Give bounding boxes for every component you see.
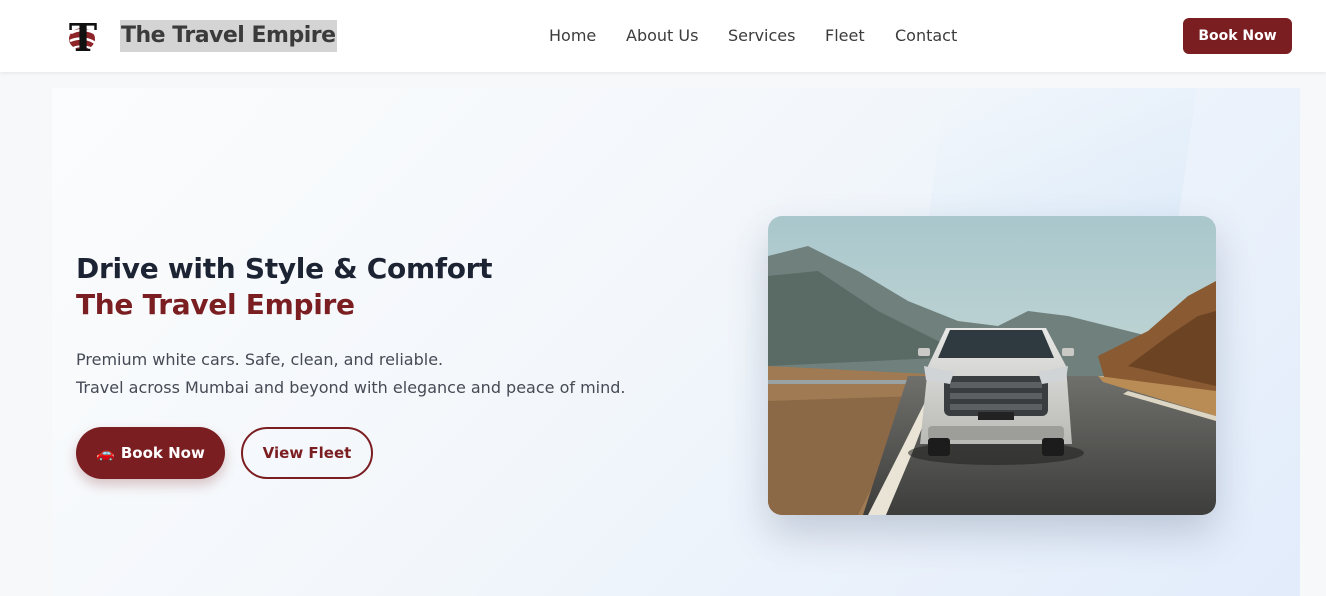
logo-icon[interactable]: T <box>64 17 104 57</box>
nav-fleet[interactable]: Fleet <box>825 26 865 46</box>
hero-description-line: Premium white cars. Safe, clean, and rel… <box>76 350 444 369</box>
hero-section: Drive with Style & Comfort The Travel Em… <box>52 88 1300 596</box>
car-icon: 🚗 <box>96 444 115 462</box>
hero-description-line: Travel across Mumbai and beyond with ele… <box>76 378 626 397</box>
view-fleet-button[interactable]: View Fleet <box>241 427 373 479</box>
nav-contact[interactable]: Contact <box>895 26 957 46</box>
hero-headline-accent: The Travel Empire <box>76 288 355 321</box>
hero-book-now-button[interactable]: 🚗 Book Now <box>76 427 225 479</box>
site-header: T The Travel Empire Home About Us Servic… <box>0 0 1326 72</box>
nav-services[interactable]: Services <box>728 26 795 46</box>
brand-name-link[interactable]: The Travel Empire <box>120 20 337 52</box>
nav-about-us[interactable]: About Us <box>626 26 698 46</box>
hero-headline: Drive with Style & Comfort <box>76 252 493 285</box>
hero-car-image <box>768 216 1216 515</box>
car-photo-icon <box>768 216 1216 515</box>
header-book-now-button[interactable]: Book Now <box>1183 18 1292 54</box>
nav-home[interactable]: Home <box>549 26 596 46</box>
logo-letter: T <box>69 17 97 57</box>
hero-book-now-label: Book Now <box>120 444 205 462</box>
